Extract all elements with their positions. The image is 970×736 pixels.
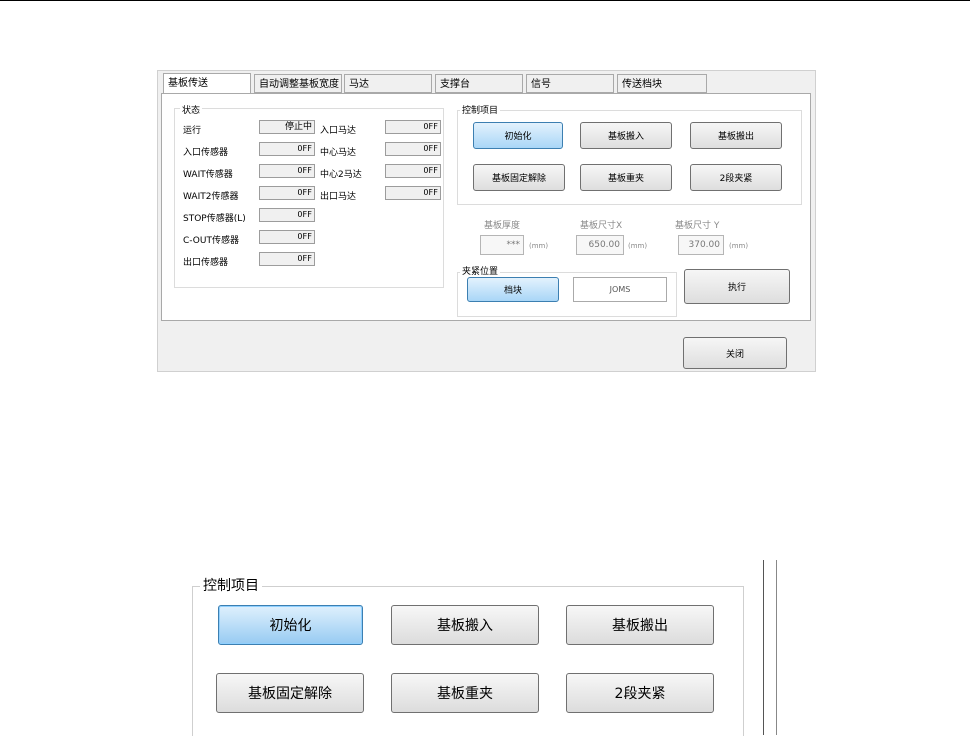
size-y-field[interactable]: 370.00	[678, 235, 724, 255]
tab-auto-width[interactable]: 自动调整基板宽度	[254, 74, 342, 93]
size-x-unit: (mm)	[628, 242, 648, 250]
size-y-unit: (mm)	[729, 242, 749, 250]
zoom-board-load-button[interactable]: 基板搬入	[391, 605, 539, 645]
board-load-button[interactable]: 基板搬入	[580, 122, 672, 149]
status-group-title: 状态	[180, 103, 203, 116]
tab-strip: 基板传送 自动调整基板宽度 马达 支撑台 信号 传送档块	[158, 71, 815, 95]
motor-value: OFF	[385, 164, 441, 178]
status-value: OFF	[259, 142, 315, 156]
status-label: 运行	[183, 126, 202, 136]
zoom-control-title: 控制项目	[200, 575, 262, 595]
clamp-stopper-option[interactable]: 档块	[467, 277, 559, 302]
status-value: OFF	[259, 230, 315, 244]
motor-value: OFF	[385, 120, 441, 134]
motor-value: OFF	[385, 142, 441, 156]
thickness-field[interactable]: ***	[480, 235, 524, 255]
status-value: 停止中	[259, 120, 315, 134]
status-label: 入口传感器	[183, 148, 229, 158]
status-label: 出口传感器	[183, 258, 229, 268]
clamp-joms-option[interactable]: JOMS	[573, 277, 667, 302]
tab-signal[interactable]: 信号	[526, 74, 614, 93]
tab-panel: 状态 运行 停止中 入口传感器 OFF WAIT传感器 OFF WAIT2传感器…	[161, 93, 811, 321]
close-button[interactable]: 关闭	[683, 337, 787, 369]
zoom-board-reclamp-button[interactable]: 基板重夹	[391, 673, 539, 713]
zoom-divider	[776, 560, 777, 735]
size-y-label: 基板尺寸 Y	[675, 221, 720, 231]
clamp-group-title: 夹紧位置	[460, 264, 501, 277]
size-x-label: 基板尺寸X	[580, 221, 623, 231]
conveyor-dialog: 基板传送 自动调整基板宽度 马达 支撑台 信号 传送档块 状态 运行 停止中 入…	[157, 70, 816, 372]
board-reclamp-button[interactable]: 基板重夹	[580, 164, 672, 191]
zoom-divider	[763, 560, 764, 735]
motor-label: 入口马达	[320, 126, 357, 136]
motor-label: 中心马达	[320, 148, 357, 158]
board-unload-button[interactable]: 基板搬出	[690, 122, 782, 149]
zoom-board-unload-button[interactable]: 基板搬出	[566, 605, 714, 645]
size-x-field[interactable]: 650.00	[576, 235, 624, 255]
status-label: C-OUT传感器	[183, 236, 239, 246]
status-value: OFF	[259, 186, 315, 200]
zoom-initialize-button[interactable]: 初始化	[218, 605, 363, 645]
board-unclamp-button[interactable]: 基板固定解除	[473, 164, 565, 191]
tab-board-transfer[interactable]: 基板传送	[163, 73, 251, 94]
status-label: STOP传感器(L)	[183, 214, 246, 224]
motor-value: OFF	[385, 186, 441, 200]
zoom-two-stage-clamp-button[interactable]: 2段夹紧	[566, 673, 714, 713]
status-value: OFF	[259, 164, 315, 178]
two-stage-clamp-button[interactable]: 2段夹紧	[690, 164, 782, 191]
page-top-rule	[0, 0, 970, 1]
initialize-button[interactable]: 初始化	[473, 122, 563, 149]
status-value: OFF	[259, 252, 315, 266]
tab-motor[interactable]: 马达	[344, 74, 432, 93]
tab-stopper[interactable]: 传送档块	[617, 74, 707, 93]
status-label: WAIT传感器	[183, 170, 233, 180]
thickness-label: 基板厚度	[484, 221, 521, 231]
motor-label: 中心2马达	[320, 170, 362, 180]
thickness-unit: (mm)	[529, 242, 549, 250]
status-value: OFF	[259, 208, 315, 222]
status-label: WAIT2传感器	[183, 192, 239, 202]
control-group-title: 控制项目	[460, 103, 501, 116]
motor-label: 出口马达	[320, 192, 357, 202]
tab-support[interactable]: 支撑台	[435, 74, 523, 93]
execute-button[interactable]: 执行	[684, 269, 790, 304]
zoom-board-unclamp-button[interactable]: 基板固定解除	[216, 673, 364, 713]
